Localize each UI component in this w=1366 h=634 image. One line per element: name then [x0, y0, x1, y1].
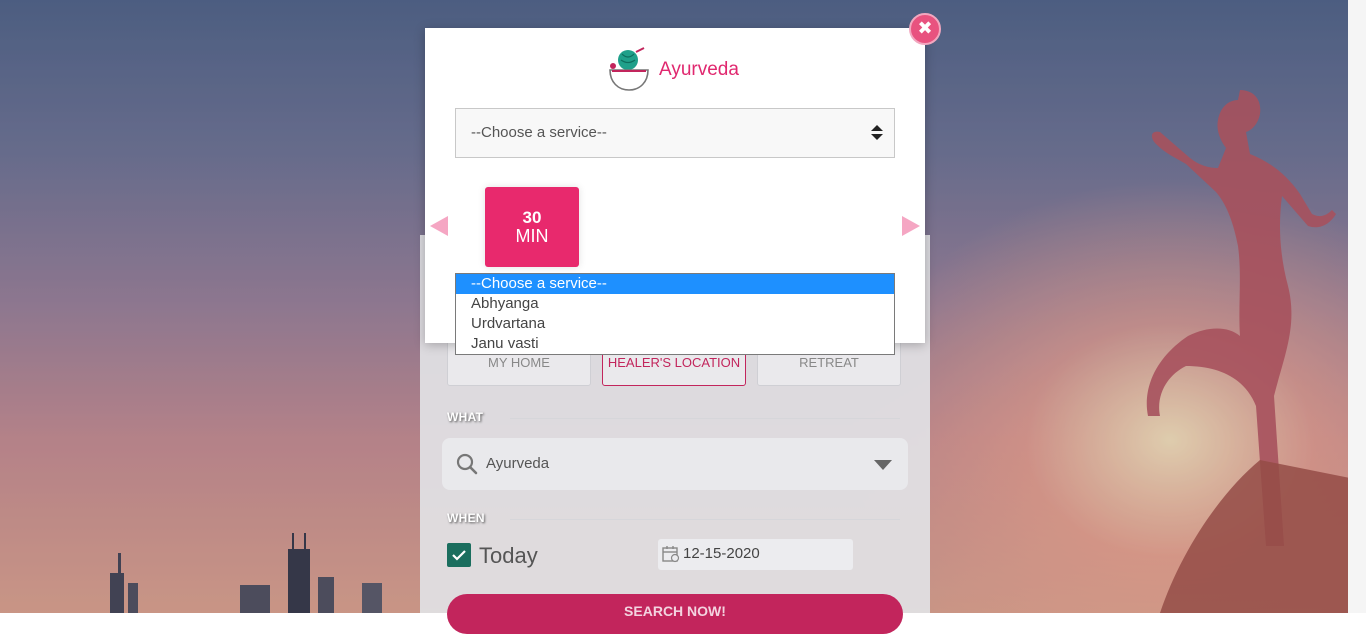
- date-value: 12-15-2020: [683, 545, 760, 562]
- carousel-next-icon[interactable]: [902, 216, 920, 236]
- service-option[interactable]: Urdvartana: [456, 314, 894, 334]
- service-option[interactable]: Abhyanga: [456, 294, 894, 314]
- service-select-value: --Choose a service--: [471, 124, 607, 141]
- today-label[interactable]: Today: [479, 543, 538, 569]
- scrollbar-track[interactable]: [1348, 0, 1366, 613]
- carousel-prev-icon[interactable]: [430, 216, 448, 236]
- date-input[interactable]: 12-15-2020: [658, 539, 853, 570]
- duration-value: 30: [485, 208, 579, 228]
- when-section-label: WHEN: [447, 511, 485, 525]
- duration-unit: MIN: [485, 226, 579, 247]
- chevron-down-icon: [874, 460, 892, 470]
- what-select[interactable]: Ayurveda: [442, 438, 908, 490]
- close-icon: ✖: [911, 15, 939, 43]
- modal-title: Ayurveda: [659, 59, 739, 81]
- select-arrows-icon: [871, 125, 881, 141]
- service-option[interactable]: --Choose a service--: [456, 274, 894, 294]
- what-section-label: WHAT: [447, 410, 483, 424]
- search-icon: [456, 453, 478, 475]
- divider: [510, 418, 900, 419]
- duration-option-30-min[interactable]: 30 MIN: [485, 187, 579, 267]
- search-now-button[interactable]: SEARCH NOW!: [447, 594, 903, 634]
- today-checkbox[interactable]: [447, 543, 471, 567]
- service-option[interactable]: Janu vasti: [456, 334, 894, 354]
- service-select[interactable]: --Choose a service--: [455, 108, 895, 158]
- calendar-icon: [662, 545, 680, 563]
- what-value: Ayurveda: [486, 455, 549, 472]
- service-dropdown-list: --Choose a service-- Abhyanga Urdvartana…: [455, 273, 895, 355]
- checkmark-icon: [447, 543, 471, 567]
- divider: [510, 519, 900, 520]
- close-modal-button[interactable]: ✖: [909, 13, 941, 45]
- ayurveda-logo-icon: [608, 46, 652, 94]
